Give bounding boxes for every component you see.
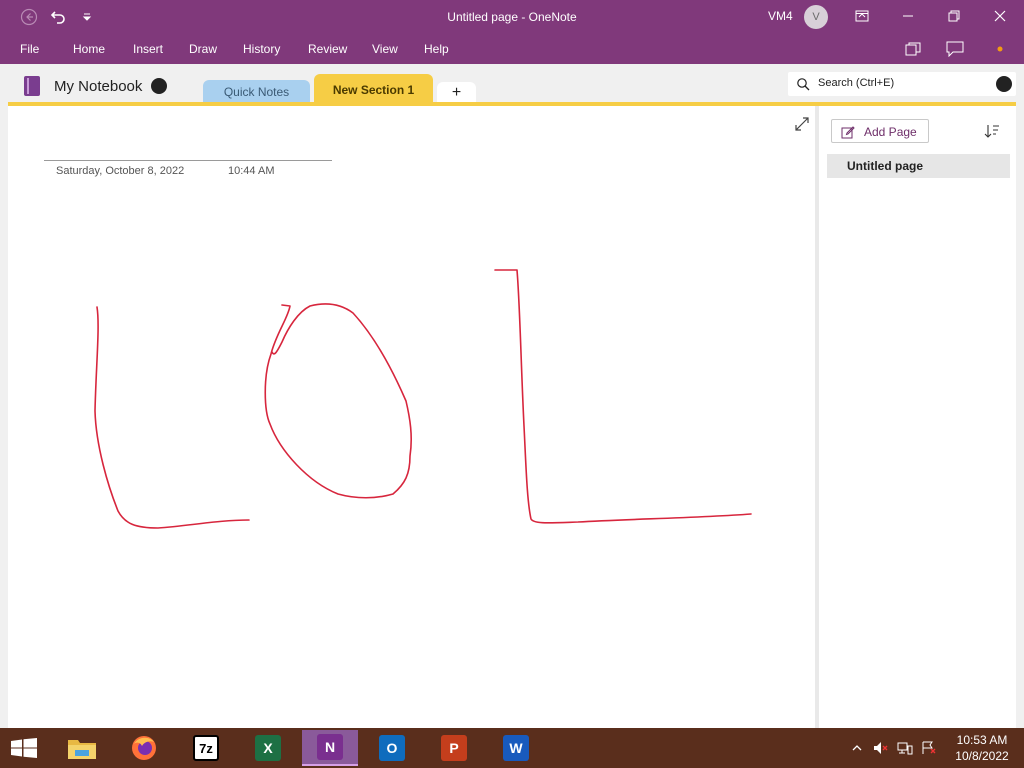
notebook-name[interactable]: My Notebook	[54, 78, 142, 95]
back-icon[interactable]	[18, 6, 40, 28]
title-bar: Untitled page - OneNote VM4 V	[0, 0, 1024, 34]
taskbar-word[interactable]: W	[488, 730, 544, 766]
notebook-bar: My Notebook Quick Notes New Section 1 + …	[0, 64, 1024, 106]
avatar[interactable]: V	[804, 5, 828, 29]
add-section-button[interactable]: +	[437, 82, 476, 104]
taskbar-excel[interactable]: X	[240, 730, 296, 766]
show-hidden-icons-icon[interactable]	[849, 740, 865, 756]
notebook-sync-status-icon	[151, 78, 167, 94]
ink-stroke-l	[94, 306, 250, 529]
notebook-icon[interactable]	[24, 76, 40, 96]
restore-icon[interactable]	[934, 4, 974, 28]
page-list-pane: Add Page Untitled page	[819, 106, 1016, 728]
search-input[interactable]: Search (Ctrl+E)	[788, 72, 1016, 96]
add-page-button[interactable]: Add Page	[831, 119, 929, 143]
powerpoint-icon: P	[441, 735, 467, 761]
taskbar-onenote[interactable]: N	[302, 730, 358, 766]
system-clock[interactable]: 10:53 AM 10/8/2022	[950, 732, 1014, 764]
menu-help[interactable]: Help	[424, 42, 449, 56]
network-icon[interactable]	[897, 740, 913, 756]
add-page-label: Add Page	[864, 125, 917, 139]
user-name[interactable]: VM4	[768, 9, 793, 23]
search-placeholder: Search (Ctrl+E)	[818, 77, 895, 89]
right-margin	[1016, 106, 1024, 728]
left-margin	[0, 106, 8, 728]
taskbar-outlook[interactable]: O	[364, 730, 420, 766]
page-list-item[interactable]: Untitled page	[827, 154, 1010, 178]
menu-draw[interactable]: Draw	[189, 42, 217, 56]
ink-stroke-l2	[494, 269, 752, 524]
clock-date: 10/8/2022	[955, 749, 1009, 763]
page-view-icon[interactable]	[903, 40, 923, 58]
notification-dot-icon[interactable]	[990, 40, 1010, 58]
taskbar-file-explorer[interactable]	[54, 730, 110, 766]
page-canvas[interactable]: Saturday, October 8, 2022 10:44 AM	[8, 106, 815, 728]
firefox-icon	[132, 736, 156, 760]
taskbar-7zip[interactable]: 7z	[178, 730, 234, 766]
onenote-icon: N	[317, 734, 343, 760]
menu-review[interactable]: Review	[308, 42, 347, 56]
page-list-item-title: Untitled page	[847, 159, 924, 173]
sort-icon[interactable]	[984, 123, 1000, 139]
windows-start-icon[interactable]	[10, 738, 38, 758]
excel-icon: X	[255, 735, 281, 761]
ink-stroke-o	[264, 303, 413, 499]
outlook-icon: O	[379, 735, 405, 761]
taskbar-firefox[interactable]	[116, 730, 172, 766]
volume-muted-icon[interactable]	[873, 740, 889, 756]
menu-history[interactable]: History	[243, 42, 280, 56]
search-status-icon	[996, 76, 1012, 92]
taskbar: 7z X N O P W 10:53 AM 10/8/2022	[0, 728, 1024, 768]
minimize-icon[interactable]	[888, 4, 928, 28]
taskbar-powerpoint[interactable]: P	[426, 730, 482, 766]
ribbon-display-options-icon[interactable]	[842, 4, 882, 28]
undo-icon[interactable]	[47, 6, 69, 28]
ink-drawing[interactable]	[8, 106, 815, 728]
folder-icon	[68, 740, 96, 759]
search-icon	[797, 78, 810, 91]
menu-bar: File Home Insert Draw History Review Vie…	[0, 34, 1024, 64]
quick-access-dropdown-icon[interactable]	[76, 6, 98, 28]
add-page-icon	[841, 126, 855, 139]
menu-file[interactable]: File	[20, 42, 39, 56]
close-icon[interactable]	[980, 4, 1020, 28]
menu-view[interactable]: View	[372, 42, 398, 56]
7zip-icon: 7z	[193, 735, 219, 761]
clock-time: 10:53 AM	[956, 733, 1008, 747]
action-center-icon[interactable]	[921, 740, 937, 756]
word-icon: W	[503, 735, 529, 761]
tab-quick-notes[interactable]: Quick Notes	[203, 80, 310, 104]
menu-insert[interactable]: Insert	[133, 42, 163, 56]
comments-icon[interactable]	[945, 40, 965, 58]
menu-home[interactable]: Home	[73, 42, 105, 56]
